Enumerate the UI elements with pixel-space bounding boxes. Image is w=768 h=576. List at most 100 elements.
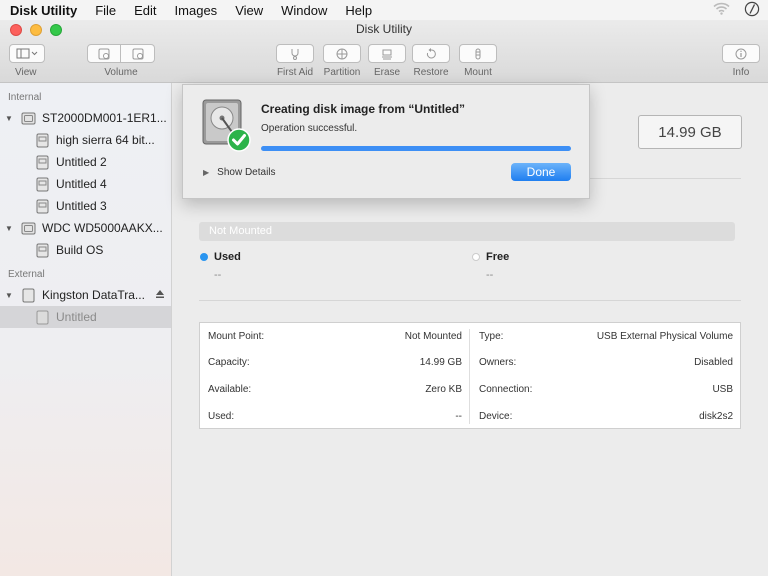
table-row: Device: disk2s2 <box>479 403 733 429</box>
info-label: Type: <box>479 330 504 342</box>
erase-button[interactable] <box>368 44 406 63</box>
info-label: Capacity: <box>208 356 250 368</box>
restore-label: Restore <box>413 67 449 78</box>
table-row: Capacity: 14.99 GB <box>208 349 462 375</box>
used-value: -- <box>214 269 222 281</box>
volume-segmented <box>87 44 155 63</box>
sidebar-volume-untitled-2[interactable]: Untitled 2 <box>0 151 171 173</box>
volume-icon <box>36 177 49 191</box>
menu-app-disk-utility[interactable]: Disk Utility <box>0 3 86 18</box>
hard-disk-icon <box>21 222 36 234</box>
table-row: Used: -- <box>208 403 462 429</box>
partition-button[interactable] <box>323 44 361 63</box>
info-label: Mount Point: <box>208 330 265 342</box>
disclosure-triangle-icon[interactable]: ▼ <box>5 114 15 123</box>
used-label: Used <box>214 251 241 263</box>
sheet-title: Creating disk image from “Untitled” <box>261 102 466 116</box>
mount-label: Mount <box>464 67 492 78</box>
info-value: USB External Physical Volume <box>596 330 733 342</box>
erase-icon <box>382 49 392 59</box>
sidebar-item-label: high sierra 64 bit... <box>56 133 155 147</box>
menu-edit[interactable]: Edit <box>125 3 165 18</box>
sidebar-item-label: WDC WD5000AAKX... <box>42 221 163 235</box>
restore-icon <box>426 47 436 58</box>
sidebar-volume-untitled-3[interactable]: Untitled 3 <box>0 195 171 217</box>
free-color-dot <box>472 253 480 261</box>
script-menu-icon[interactable] <box>744 1 760 20</box>
erase-label: Erase <box>373 67 401 78</box>
info-value: Disabled <box>694 356 733 368</box>
sidebar-item-label: ST2000DM001-1ER1... <box>42 111 167 125</box>
sheet-status: Operation successful. <box>261 123 358 134</box>
menu-extras <box>713 1 768 20</box>
free-label: Free <box>486 251 510 263</box>
view-control: View <box>9 44 45 78</box>
sidebar-volume-build-os[interactable]: Build OS <box>0 239 171 261</box>
info-value: -- <box>455 410 462 422</box>
restore-button[interactable] <box>412 44 450 63</box>
used-color-dot <box>200 253 208 261</box>
menu-images[interactable]: Images <box>166 3 227 18</box>
volume-icon <box>36 243 49 257</box>
sidebar-item-label: Untitled 2 <box>56 155 107 169</box>
partition-label: Partition <box>323 67 361 78</box>
sidebar-volume-untitled-selected[interactable]: Untitled <box>0 306 171 328</box>
info-label: Used: <box>208 410 235 422</box>
progress-bar <box>261 146 571 151</box>
sidebar-item-label: Build OS <box>56 243 104 257</box>
show-details-label: Show Details <box>217 167 276 178</box>
info-label: Available: <box>208 383 252 395</box>
remove-volume-icon <box>132 48 143 59</box>
disclosure-triangle-icon[interactable]: ▼ <box>5 291 15 300</box>
menu-bar: Disk Utility File Edit Images View Windo… <box>0 0 768 20</box>
info-label: Connection: <box>479 383 533 395</box>
info-control: Info <box>722 44 760 78</box>
wifi-icon[interactable] <box>713 2 730 18</box>
info-icon <box>735 48 747 59</box>
volume-icon <box>36 199 49 213</box>
sidebar: Internal ▼ ST2000DM001-1ER1... high sier… <box>0 83 172 576</box>
info-value: Zero KB <box>425 383 462 395</box>
done-button[interactable]: Done <box>511 163 571 181</box>
menu-view[interactable]: View <box>226 3 272 18</box>
table-row: Type: USB External Physical Volume <box>479 323 733 349</box>
sidebar-disk-st2000[interactable]: ▼ ST2000DM001-1ER1... <box>0 107 171 129</box>
add-volume-button[interactable] <box>87 44 121 63</box>
volume-icon <box>36 310 49 324</box>
stethoscope-icon <box>291 48 299 60</box>
disclosure-triangle-icon[interactable]: ▼ <box>5 224 15 233</box>
sidebar-volume-untitled-4[interactable]: Untitled 4 <box>0 173 171 195</box>
usage-bar: Not Mounted <box>199 222 735 241</box>
erase-control: Erase <box>368 44 406 78</box>
menu-window[interactable]: Window <box>272 3 336 18</box>
mount-button[interactable] <box>459 44 497 63</box>
mount-icon <box>475 48 481 59</box>
first-aid-button[interactable] <box>276 44 314 63</box>
table-row: Available: Zero KB <box>208 376 462 402</box>
info-value: 14.99 GB <box>419 356 462 368</box>
view-button[interactable] <box>9 44 45 63</box>
sidebar-item-label: Untitled 4 <box>56 177 107 191</box>
sidebar-disk-kingston[interactable]: ▼ Kingston DataTra... <box>0 284 171 306</box>
sidebar-item-label: Untitled 3 <box>56 199 107 213</box>
info-label: Owners: <box>479 356 517 368</box>
menu-file[interactable]: File <box>86 3 125 18</box>
sidebar-volume-high-sierra[interactable]: high sierra 64 bit... <box>0 129 171 151</box>
hard-disk-icon <box>21 112 36 124</box>
create-image-sheet: Creating disk image from “Untitled” Oper… <box>182 84 590 199</box>
legend-used: Used <box>200 251 241 263</box>
volume-label: Volume <box>104 67 138 78</box>
disclosure-triangle-icon: ▶ <box>203 168 210 177</box>
show-details-toggle[interactable]: ▶ Show Details <box>203 167 276 178</box>
eject-icon[interactable] <box>155 288 165 302</box>
info-button[interactable] <box>722 44 760 63</box>
sidebar-disk-wdc[interactable]: ▼ WDC WD5000AAKX... <box>0 217 171 239</box>
view-label: View <box>15 67 37 78</box>
remove-volume-button[interactable] <box>121 44 155 63</box>
restore-control: Restore <box>412 44 450 78</box>
capacity-box: 14.99 GB <box>638 115 742 149</box>
window-toolbar: Disk Utility View Volume First Aid Parti… <box>0 20 768 83</box>
window-title: Disk Utility <box>356 22 412 36</box>
table-row: Owners: Disabled <box>479 349 733 375</box>
menu-help[interactable]: Help <box>336 3 381 18</box>
